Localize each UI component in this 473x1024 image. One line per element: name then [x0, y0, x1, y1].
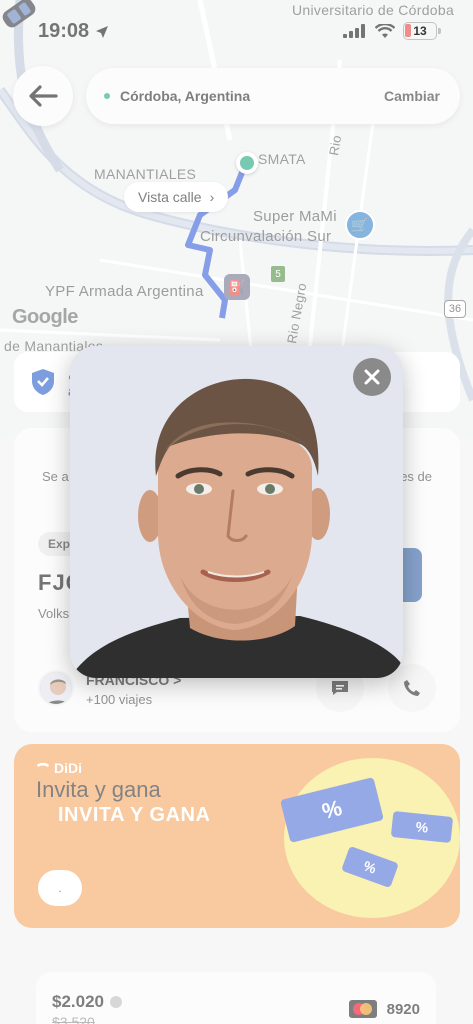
driver-photo-modal: [70, 346, 403, 678]
close-photo-button[interactable]: [353, 358, 391, 396]
driver-photo: [70, 346, 403, 678]
battery-level: 13: [413, 24, 427, 38]
close-icon: [364, 369, 380, 385]
